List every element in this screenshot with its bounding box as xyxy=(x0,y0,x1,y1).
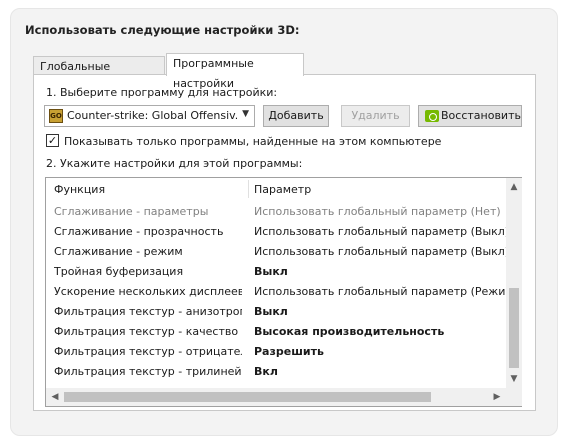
add-button[interactable]: Добавить xyxy=(263,105,329,127)
column-header-feature[interactable]: Функция xyxy=(54,183,105,196)
remove-button[interactable]: Удалить xyxy=(341,105,410,127)
feature-cell: Сглаживание - параметры xyxy=(54,205,209,218)
table-row[interactable]: Тройная буферизация Выкл xyxy=(46,262,506,282)
tab-program-settings[interactable]: Программные настройки xyxy=(166,53,304,90)
table-row[interactable]: Сглаживание - режим Использовать глобальн… xyxy=(46,242,506,262)
vertical-scroll-thumb[interactable] xyxy=(509,288,519,368)
table-row[interactable]: Фильтрация текстур - трилинейн... Вкл xyxy=(46,362,506,382)
column-header-parameter[interactable]: Параметр xyxy=(254,183,311,196)
table-row[interactable]: Фильтрация текстур - качество Высокая про… xyxy=(46,322,506,342)
horizontal-scroll-thumb[interactable] xyxy=(64,392,431,402)
scroll-left-icon[interactable]: ◀ xyxy=(47,389,63,405)
settings-grid: Функция Параметр Сглаживание - параметры… xyxy=(45,177,522,407)
column-divider[interactable] xyxy=(248,180,249,198)
table-row[interactable]: Фильтрация текстур - отрицател... Разреши… xyxy=(46,342,506,362)
feature-cell: Сглаживание - прозрачность xyxy=(54,225,224,238)
scroll-up-icon[interactable]: ▲ xyxy=(506,179,522,195)
scroll-right-icon[interactable]: ▶ xyxy=(489,389,505,405)
feature-cell: Фильтрация текстур - трилинейн... xyxy=(54,365,242,378)
table-row[interactable]: Сглаживание - прозрачность Использовать г… xyxy=(46,222,506,242)
parameter-cell[interactable]: Выкл xyxy=(254,262,506,282)
parameter-cell[interactable]: Разрешить xyxy=(254,342,506,362)
scrollbar-corner xyxy=(506,388,522,406)
game-icon: GO xyxy=(49,109,63,123)
restore-button[interactable]: Восстановить xyxy=(418,105,522,127)
table-row[interactable]: Ускорение нескольких дисплеев/... Использ… xyxy=(46,282,506,302)
scroll-down-icon[interactable]: ▼ xyxy=(506,371,522,387)
parameter-cell[interactable]: Использовать глобальный параметр (Выкл) xyxy=(254,222,506,242)
vertical-scrollbar[interactable]: ▲ ▼ xyxy=(506,178,522,388)
feature-cell: Фильтрация текстур - анизотропн... xyxy=(54,305,242,318)
table-row[interactable]: Сглаживание - параметры Использовать глоб… xyxy=(46,202,506,222)
parameter-cell[interactable]: Использовать глобальный параметр (Выкл) xyxy=(254,242,506,262)
table-row[interactable]: Фильтрация текстур - анизотропн... Выкл xyxy=(46,302,506,322)
feature-cell: Сглаживание - режим xyxy=(54,245,183,258)
step1-label: 1. Выберите программу для настройки: xyxy=(46,86,278,99)
parameter-cell[interactable]: Вкл xyxy=(254,362,506,382)
section-heading: Использовать следующие настройки 3D: xyxy=(25,23,300,37)
step2-label: 2. Укажите настройки для этой программы: xyxy=(46,157,303,170)
show-found-programs-checkbox[interactable]: ✓ xyxy=(46,134,59,147)
horizontal-scrollbar[interactable]: ◀ ▶ xyxy=(46,388,506,406)
feature-cell: Фильтрация текстур - отрицател... xyxy=(54,345,242,358)
tab-global-settings[interactable]: Глобальные параметры xyxy=(33,56,165,92)
feature-cell: Ускорение нескольких дисплеев/... xyxy=(54,285,242,298)
checkbox-label: Показывать только программы, найденные н… xyxy=(64,135,442,148)
parameter-cell[interactable]: Использовать глобальный параметр (Режим … xyxy=(254,282,506,302)
parameter-cell[interactable]: Высокая производительность xyxy=(254,322,506,342)
parameter-cell[interactable]: Выкл xyxy=(254,302,506,322)
program-select[interactable]: GO Counter-strike: Global Offensiv... ▼ xyxy=(44,105,255,127)
feature-cell: Фильтрация текстур - качество xyxy=(54,325,239,338)
program-select-value: Counter-strike: Global Offensiv... xyxy=(67,109,237,122)
chevron-down-icon[interactable]: ▼ xyxy=(242,109,249,119)
restore-button-label: Восстановить xyxy=(441,109,521,122)
nvidia-icon xyxy=(425,110,439,122)
feature-cell: Тройная буферизация xyxy=(54,265,184,278)
parameter-cell[interactable]: Использовать глобальный параметр (Нет) xyxy=(254,202,506,222)
grid-rows: Сглаживание - параметры Использовать глоб… xyxy=(46,202,506,388)
grid-header: Функция Параметр xyxy=(46,178,506,200)
